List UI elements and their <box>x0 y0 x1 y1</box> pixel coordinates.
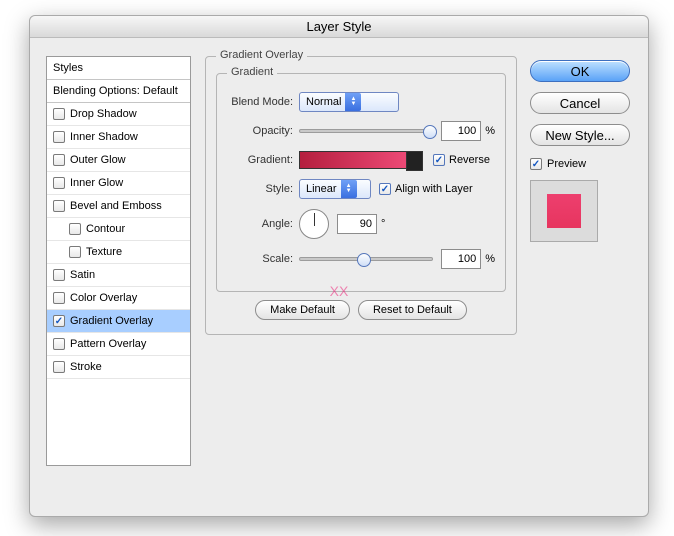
style-checkbox[interactable] <box>53 269 65 281</box>
gradient-fieldset: Gradient Blend Mode: Normal Opacity: <box>216 73 506 292</box>
degree-label: ° <box>381 218 385 230</box>
styles-sidebar: Styles Blending Options: Default Drop Sh… <box>46 56 191 466</box>
style-checkbox[interactable] <box>53 200 65 212</box>
style-label: Outer Glow <box>70 154 126 166</box>
style-item-bevel-and-emboss[interactable]: Bevel and Emboss <box>47 195 190 218</box>
style-checkbox[interactable] <box>53 315 65 327</box>
style-label: Bevel and Emboss <box>70 200 162 212</box>
reverse-label: Reverse <box>449 154 490 166</box>
style-item-texture[interactable]: Texture <box>47 241 190 264</box>
style-checkbox[interactable] <box>53 131 65 143</box>
style-checkbox[interactable] <box>53 154 65 166</box>
style-item-pattern-overlay[interactable]: Pattern Overlay <box>47 333 190 356</box>
angle-input[interactable]: 90 <box>337 214 377 234</box>
ok-button[interactable]: OK <box>530 60 630 82</box>
blend-mode-label: Blend Mode: <box>227 96 299 108</box>
percent-label: % <box>485 125 495 137</box>
style-checkbox[interactable] <box>53 292 65 304</box>
reset-default-button[interactable]: Reset to Default <box>358 300 467 320</box>
style-label: Satin <box>70 269 95 281</box>
slider-thumb-icon[interactable] <box>423 125 437 139</box>
style-label: Inner Shadow <box>70 131 138 143</box>
preview-color <box>547 194 581 228</box>
slider-thumb-icon[interactable] <box>357 253 371 267</box>
reverse-checkbox[interactable] <box>433 154 445 166</box>
style-checkbox[interactable] <box>69 223 81 235</box>
gradient-overlay-panel: Gradient Overlay Gradient Blend Mode: No… <box>205 56 517 466</box>
opacity-slider[interactable] <box>299 129 433 133</box>
style-item-outer-glow[interactable]: Outer Glow <box>47 149 190 172</box>
styles-header[interactable]: Styles <box>47 57 190 80</box>
style-item-stroke[interactable]: Stroke <box>47 356 190 379</box>
dropdown-arrow-icon: ▼ <box>412 155 420 164</box>
style-item-satin[interactable]: Satin <box>47 264 190 287</box>
style-checkbox[interactable] <box>53 177 65 189</box>
panel-heading: Gradient Overlay <box>216 49 307 61</box>
style-checkbox[interactable] <box>53 108 65 120</box>
opacity-label: Opacity: <box>227 125 299 137</box>
scale-input[interactable]: 100 <box>441 249 481 269</box>
cancel-button[interactable]: Cancel <box>530 92 630 114</box>
select-arrows-icon <box>341 180 357 198</box>
scale-label: Scale: <box>227 253 299 265</box>
style-item-contour[interactable]: Contour <box>47 218 190 241</box>
opacity-input[interactable]: 100 <box>441 121 481 141</box>
preview-checkbox[interactable] <box>530 158 542 170</box>
percent-label: % <box>485 253 495 265</box>
style-item-drop-shadow[interactable]: Drop Shadow <box>47 103 190 126</box>
style-label: Style: <box>227 183 299 195</box>
style-value: Linear <box>306 183 337 195</box>
align-checkbox[interactable] <box>379 183 391 195</box>
style-label: Gradient Overlay <box>70 315 153 327</box>
gradient-subheading: Gradient <box>227 66 277 78</box>
style-item-inner-shadow[interactable]: Inner Shadow <box>47 126 190 149</box>
scale-slider[interactable] <box>299 257 433 261</box>
blending-options-item[interactable]: Blending Options: Default <box>47 80 190 103</box>
gradient-label: Gradient: <box>227 154 299 166</box>
style-label: Inner Glow <box>70 177 123 189</box>
make-default-button[interactable]: Make Default <box>255 300 350 320</box>
new-style-button[interactable]: New Style... <box>530 124 630 146</box>
dialog-buttons: OK Cancel New Style... Preview <box>530 60 630 242</box>
blend-mode-value: Normal <box>306 96 341 108</box>
preview-label: Preview <box>547 158 586 170</box>
window-title: Layer Style <box>30 16 648 38</box>
style-checkbox[interactable] <box>69 246 81 258</box>
style-label: Drop Shadow <box>70 108 137 120</box>
style-item-inner-glow[interactable]: Inner Glow <box>47 172 190 195</box>
angle-dial[interactable] <box>299 209 329 239</box>
align-label: Align with Layer <box>395 183 473 195</box>
select-arrows-icon <box>345 93 361 111</box>
dialog-content: Styles Blending Options: Default Drop Sh… <box>30 38 648 516</box>
style-label: Stroke <box>70 361 102 373</box>
style-select[interactable]: Linear <box>299 179 371 199</box>
gradient-overlay-fieldset: Gradient Overlay Gradient Blend Mode: No… <box>205 56 517 335</box>
style-label: Contour <box>86 223 125 235</box>
blend-mode-select[interactable]: Normal <box>299 92 399 112</box>
style-item-gradient-overlay[interactable]: Gradient Overlay <box>47 310 190 333</box>
style-checkbox[interactable] <box>53 361 65 373</box>
style-label: Pattern Overlay <box>70 338 146 350</box>
style-checkbox[interactable] <box>53 338 65 350</box>
preview-swatch <box>530 180 598 242</box>
style-label: Texture <box>86 246 122 258</box>
gradient-swatch[interactable]: ▼ <box>299 151 409 169</box>
angle-label: Angle: <box>227 218 299 230</box>
layer-style-dialog: Layer Style Styles Blending Options: Def… <box>29 15 649 517</box>
style-label: Color Overlay <box>70 292 137 304</box>
style-item-color-overlay[interactable]: Color Overlay <box>47 287 190 310</box>
